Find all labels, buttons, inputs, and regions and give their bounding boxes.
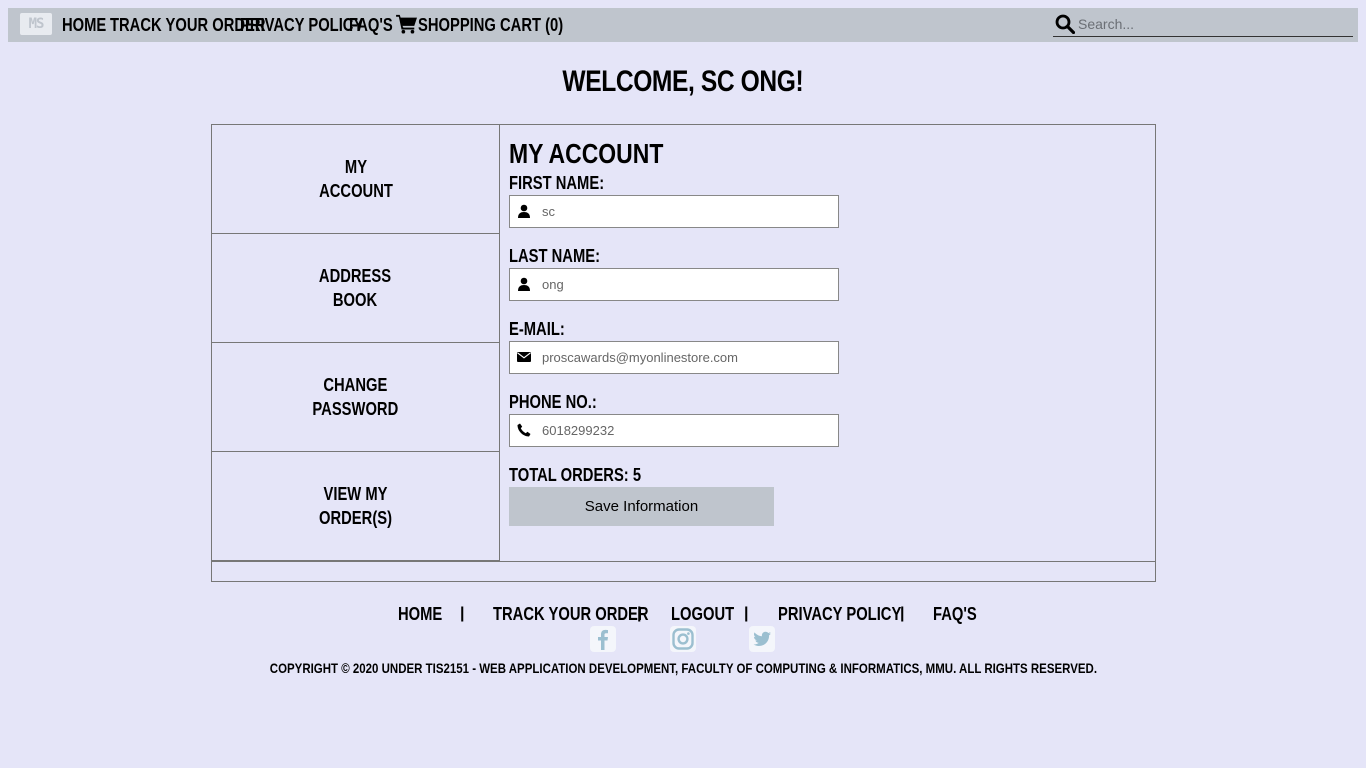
phone-label: PHONE NO.: <box>509 392 597 412</box>
last-name-field-box <box>509 268 839 301</box>
phone-field-box <box>509 414 839 447</box>
footer-link-faqs[interactable]: FAQ'S <box>933 602 977 626</box>
footer-separator: | <box>900 605 905 622</box>
save-information-button[interactable]: Save Information <box>509 487 774 526</box>
account-form: MY ACCOUNT FIRST NAME: LAST NAME: E-MAIL… <box>509 125 1149 561</box>
account-panel: MY ACCOUNT ADDRESS BOOK CHANGE PASSWORD … <box>211 124 1156 582</box>
welcome-heading-wrap: WELCOME, SC ONG! <box>0 64 1366 100</box>
nav-privacy-policy[interactable]: PRIVACY POLICY <box>240 14 363 36</box>
first-name-field-box <box>509 195 839 228</box>
copyright-text: COPYRIGHT © 2020 UNDER TIS2151 - WEB APP… <box>269 660 1097 676</box>
sidebar-item-label: ADDRESS BOOK <box>319 266 392 310</box>
email-label: E-MAIL: <box>509 319 565 339</box>
user-icon <box>518 277 530 291</box>
twitter-icon[interactable] <box>749 626 775 652</box>
footer-link-privacy-policy[interactable]: PRIVACY POLICY <box>778 602 901 626</box>
envelope-icon <box>517 352 531 362</box>
sidebar-item-label: CHANGE PASSWORD <box>312 375 399 419</box>
sidebar-item-view-orders[interactable]: VIEW MY ORDER(S) <box>212 452 499 561</box>
shopping-cart-icon[interactable] <box>396 14 418 34</box>
sidebar-item-my-account[interactable]: MY ACCOUNT <box>212 125 499 234</box>
footer-separator: | <box>460 605 465 622</box>
total-orders: TOTAL ORDERS: 5 <box>509 465 642 485</box>
copyright-wrap: COPYRIGHT © 2020 UNDER TIS2151 - WEB APP… <box>0 658 1366 678</box>
nav-shopping-cart[interactable]: SHOPPING CART (0) <box>418 14 563 36</box>
footer-link-track-order[interactable]: TRACK YOUR ORDER <box>493 602 649 626</box>
site-logo[interactable]: MS <box>20 13 52 35</box>
footer-link-logout[interactable]: LOGOUT <box>671 602 734 626</box>
search-icon[interactable] <box>1055 14 1075 34</box>
top-navbar: MS HOME TRACK YOUR ORDER PRIVACY POLICY … <box>8 8 1358 42</box>
first-name-input[interactable] <box>542 196 832 227</box>
user-icon <box>518 204 530 218</box>
account-title: MY ACCOUNT <box>509 138 664 169</box>
sidebar-item-address-book[interactable]: ADDRESS BOOK <box>212 234 499 343</box>
sidebar-item-label: MY ACCOUNT <box>318 157 393 201</box>
footer-separator: | <box>637 605 642 622</box>
sidebar-item-change-password[interactable]: CHANGE PASSWORD <box>212 343 499 452</box>
nav-home[interactable]: HOME <box>62 14 106 36</box>
first-name-label: FIRST NAME: <box>509 173 605 193</box>
email-field-box <box>509 341 839 374</box>
facebook-icon[interactable] <box>590 626 616 652</box>
last-name-input[interactable] <box>542 269 832 300</box>
footer-nav: HOME | TRACK YOUR ORDER | LOGOUT | PRIVA… <box>0 602 1366 626</box>
search-bar <box>1053 12 1353 37</box>
search-input[interactable] <box>1078 14 1348 34</box>
footer-separator: | <box>744 605 749 622</box>
instagram-icon[interactable] <box>670 626 696 652</box>
phone-input[interactable] <box>542 415 832 446</box>
phone-icon <box>517 423 531 437</box>
sidebar-item-label: VIEW MY ORDER(S) <box>319 484 392 528</box>
account-sidebar: MY ACCOUNT ADDRESS BOOK CHANGE PASSWORD … <box>212 125 500 561</box>
email-input[interactable] <box>542 342 832 373</box>
footer-link-home[interactable]: HOME <box>398 602 442 626</box>
last-name-label: LAST NAME: <box>509 246 601 266</box>
nav-faqs[interactable]: FAQ'S <box>349 14 393 36</box>
account-panel-footer-row <box>212 561 1155 582</box>
welcome-heading: WELCOME, SC ONG! <box>562 65 804 98</box>
